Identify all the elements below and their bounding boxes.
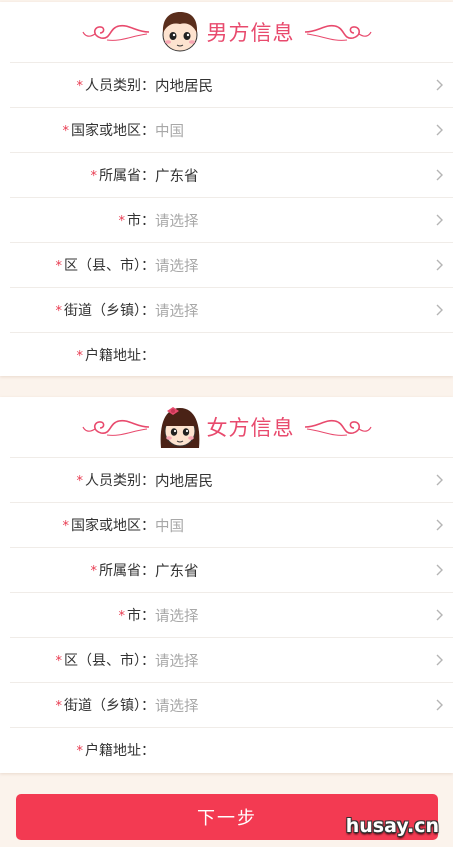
field-label-wrap: * 国家或地区： — [10, 120, 156, 140]
required-mark: * — [76, 474, 84, 489]
field-label-wrap: * 人员类别： — [10, 75, 156, 95]
swirl-ornament-right-icon — [304, 24, 372, 41]
select-value[interactable]: 请选择 — [155, 695, 199, 716]
select-value[interactable]: 内地居民 — [155, 75, 213, 96]
chevron-right-icon — [436, 214, 443, 226]
field-label: 人员类别： — [85, 473, 155, 489]
swirl-ornament-left-icon — [81, 24, 149, 41]
female-form-row[interactable]: * 市： 请选择 — [10, 592, 453, 637]
field-label-wrap: * 街道（乡镇）： — [10, 695, 156, 715]
female-info-header: 女方信息 — [0, 397, 453, 457]
chevron-right-icon — [436, 304, 443, 316]
boy-face-icon — [162, 12, 197, 52]
select-value[interactable]: 请选择 — [155, 605, 199, 626]
chevron-right-icon — [436, 654, 443, 666]
female-form-row[interactable]: * 人员类别： 内地居民 — [10, 457, 453, 502]
male-form-row: * 户籍地址： — [10, 332, 453, 377]
chevron-right-icon — [436, 169, 443, 181]
field-label-wrap: * 区（县、市）： — [10, 650, 156, 670]
select-value[interactable]: 请选择 — [155, 210, 199, 231]
required-mark: * — [76, 79, 84, 94]
male-form-row[interactable]: * 人员类别： 内地居民 — [10, 62, 453, 107]
swirl-ornament-right-icon — [304, 419, 372, 436]
field-label: 国家或地区： — [71, 518, 155, 534]
chevron-right-icon — [436, 79, 443, 91]
chevron-right-icon — [436, 699, 443, 711]
female-info-card: 女方信息 * 人员类别： 内地居民 * 国家或地区： 中国 * 所属省： 广东省 * 市： 请选择 * 区… — [0, 397, 453, 773]
field-label-wrap: * 所属省： — [10, 165, 156, 185]
required-mark: * — [76, 744, 84, 759]
field-label: 区（县、市）： — [64, 653, 155, 669]
field-label-wrap: * 户籍地址： — [10, 345, 156, 365]
required-mark: * — [55, 304, 63, 319]
male-info-header: 男方信息 — [0, 2, 453, 62]
field-label-wrap: * 所属省： — [10, 560, 156, 580]
required-mark: * — [90, 564, 98, 579]
select-value[interactable]: 广东省 — [155, 165, 199, 186]
field-label-wrap: * 区（县、市）： — [10, 255, 156, 275]
female-info-title: 女方信息 — [206, 416, 295, 440]
required-mark: * — [118, 609, 126, 624]
field-label: 所属省： — [99, 563, 155, 579]
required-mark: * — [118, 214, 126, 229]
field-label: 市： — [127, 213, 155, 229]
field-label-wrap: * 户籍地址： — [10, 740, 156, 760]
male-form-rows: * 人员类别： 内地居民 * 国家或地区： 中国 * 所属省： 广东省 * 市： 请选择 * 区（县、市）… — [10, 62, 453, 377]
field-label-wrap: * 市： — [10, 210, 156, 230]
female-form-row: * 户籍地址： — [10, 727, 453, 772]
required-mark: * — [76, 349, 84, 364]
field-label: 户籍地址： — [85, 348, 155, 364]
select-value[interactable]: 请选择 — [155, 300, 199, 321]
field-label: 所属省： — [99, 168, 155, 184]
field-label: 街道（乡镇）： — [64, 698, 155, 714]
field-label: 街道（乡镇）： — [64, 303, 155, 319]
select-value[interactable]: 中国 — [155, 120, 184, 141]
field-label-wrap: * 市： — [10, 605, 156, 625]
select-value[interactable]: 请选择 — [155, 255, 199, 276]
male-form-row[interactable]: * 所属省： 广东省 — [10, 152, 453, 197]
chevron-right-icon — [436, 564, 443, 576]
field-label: 市： — [127, 608, 155, 624]
required-mark: * — [55, 654, 63, 669]
field-label-wrap: * 人员类别： — [10, 470, 156, 490]
field-label: 区（县、市）： — [64, 258, 155, 274]
select-value[interactable]: 中国 — [155, 515, 184, 536]
male-info-card: 男方信息 * 人员类别： 内地居民 * 国家或地区： 中国 * 所属省： 广东省 * 市： 请选择 * 区… — [0, 2, 453, 376]
select-value[interactable]: 内地居民 — [155, 470, 213, 491]
chevron-right-icon — [436, 609, 443, 621]
field-label-wrap: * 街道（乡镇）： — [10, 300, 156, 320]
female-form-row[interactable]: * 所属省： 广东省 — [10, 547, 453, 592]
female-form-row[interactable]: * 街道（乡镇）： 请选择 — [10, 682, 453, 727]
select-value[interactable]: 请选择 — [155, 650, 199, 671]
male-form-row[interactable]: * 国家或地区： 中国 — [10, 107, 453, 152]
female-form-rows: * 人员类别： 内地居民 * 国家或地区： 中国 * 所属省： 广东省 * 市： 请选择 * 区（县、市）… — [10, 457, 453, 772]
girl-face-icon — [160, 407, 199, 448]
required-mark: * — [90, 169, 98, 184]
field-label-wrap: * 国家或地区： — [10, 515, 156, 535]
male-info-title: 男方信息 — [206, 21, 295, 45]
male-form-row[interactable]: * 市： 请选择 — [10, 197, 453, 242]
select-value[interactable]: 广东省 — [155, 560, 199, 581]
female-form-row[interactable]: * 国家或地区： 中国 — [10, 502, 453, 547]
field-label: 人员类别： — [85, 78, 155, 94]
male-form-row[interactable]: * 区（县、市）： 请选择 — [10, 242, 453, 287]
required-mark: * — [55, 259, 63, 274]
chevron-right-icon — [436, 474, 443, 486]
watermark: husay.cn — [345, 815, 439, 837]
required-mark: * — [62, 124, 70, 139]
female-form-row[interactable]: * 区（县、市）： 请选择 — [10, 637, 453, 682]
chevron-right-icon — [436, 519, 443, 531]
field-label: 户籍地址： — [85, 743, 155, 759]
required-mark: * — [55, 699, 63, 714]
male-form-row[interactable]: * 街道（乡镇）： 请选择 — [10, 287, 453, 332]
required-mark: * — [62, 519, 70, 534]
chevron-right-icon — [436, 124, 443, 136]
swirl-ornament-left-icon — [81, 419, 149, 436]
chevron-right-icon — [436, 259, 443, 271]
field-label: 国家或地区： — [71, 123, 155, 139]
